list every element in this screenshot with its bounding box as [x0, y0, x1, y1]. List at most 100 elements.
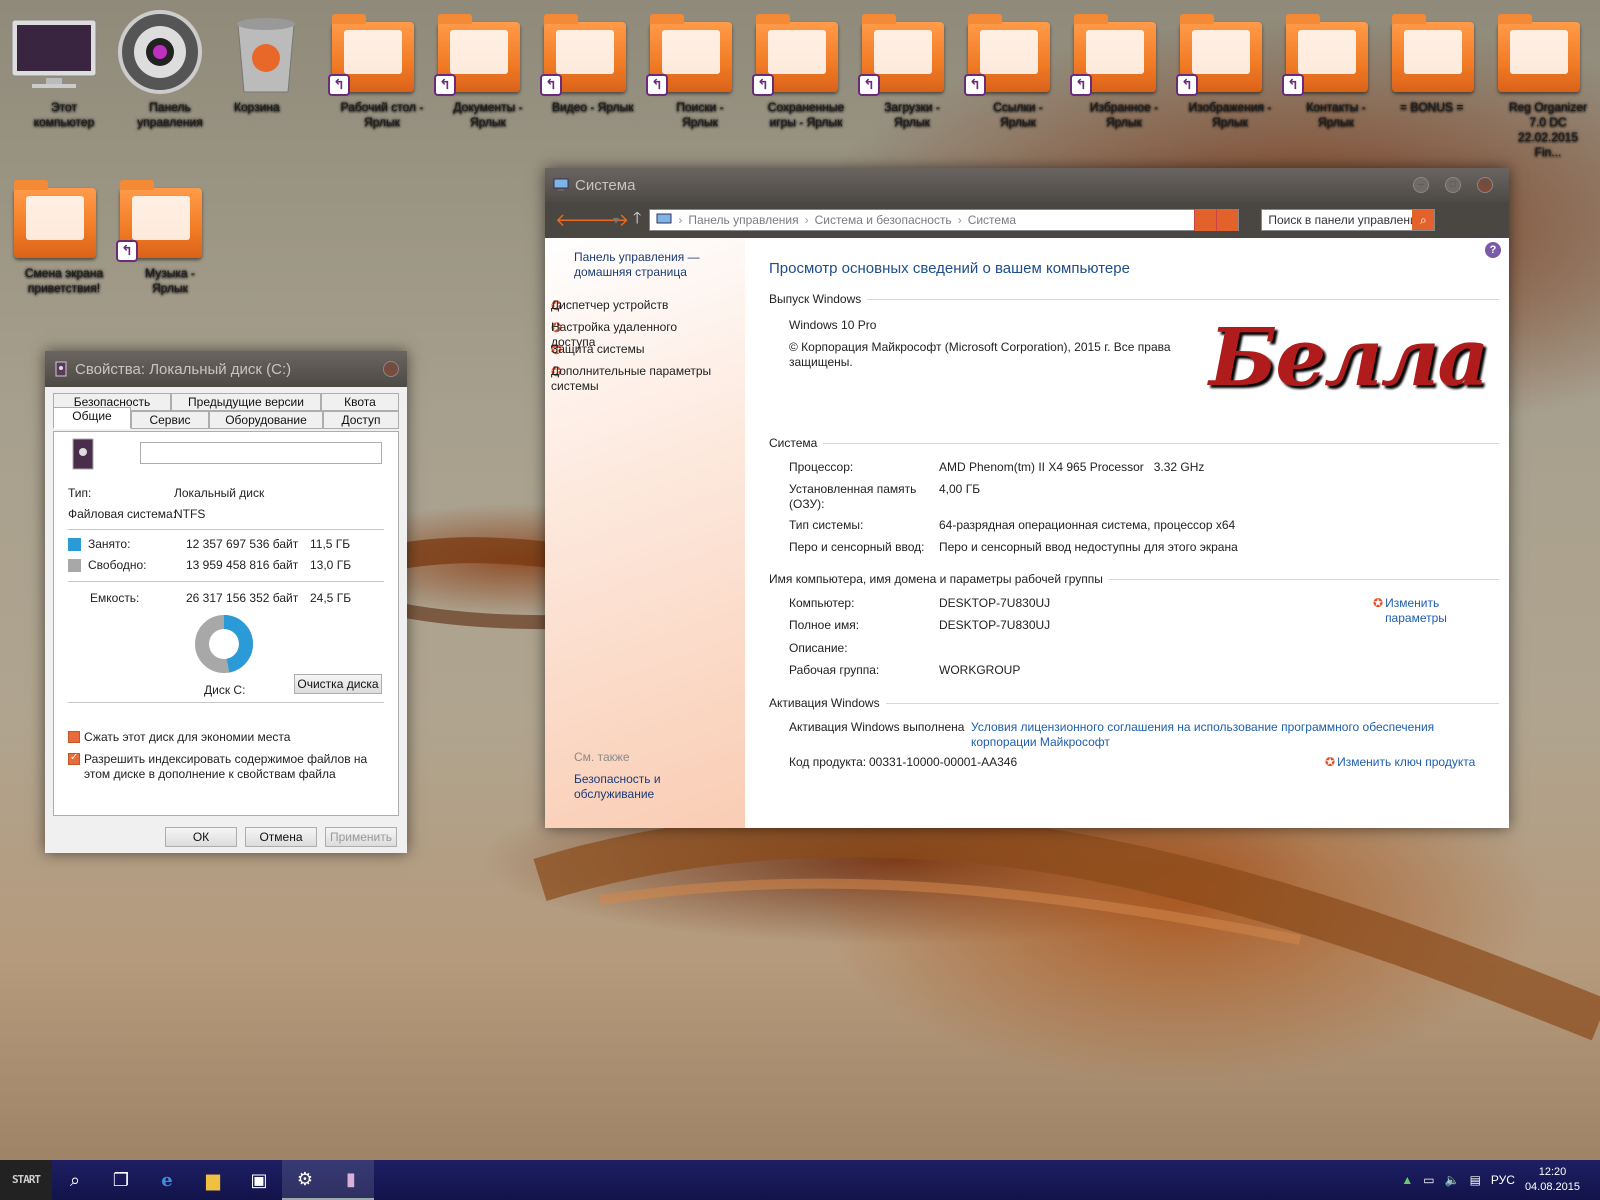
folder-documents-icon: ↰ [432, 6, 524, 98]
desktop-icon[interactable]: ↰ Документы - Ярлык [426, 6, 530, 129]
compress-checkbox[interactable] [68, 731, 80, 743]
help-icon[interactable]: ? [1485, 242, 1501, 258]
desktop-icon[interactable]: ↰ Ссылки - Ярлык [956, 6, 1060, 129]
control-panel-taskbar-icon[interactable]: ⚙ [282, 1160, 328, 1200]
desktop-icon[interactable]: = BONUS = [1380, 6, 1484, 114]
change-settings-link[interactable]: ✪ Изменить параметры [1373, 596, 1473, 626]
notifications-icon[interactable]: ▤ [1470, 1173, 1481, 1187]
desktop-icon-label: Reg Organizer 7.0 DC 22.02.2015 Fin... [1508, 100, 1588, 159]
folder-search-icon: ↰ [644, 6, 736, 98]
desktop-icon[interactable]: ↰ Поиски - Ярлык [638, 6, 742, 129]
folder-games-icon: ↰ [750, 6, 842, 98]
system-titlebar[interactable]: Система – □ ✕ [545, 168, 1509, 202]
network-status-icon[interactable]: ▲ [1401, 1173, 1413, 1187]
address-separator: › [957, 213, 962, 227]
desktop-icon[interactable]: Этот компьютер [2, 6, 106, 129]
start-button[interactable]: START [0, 1160, 52, 1200]
tab-quota[interactable]: Квота [321, 393, 399, 411]
taskbar: START ⌕ ❐ e ▆ ▣ ⚙ ▮ ▲ ▭ 🔈 ▤ РУС 12:20 04… [0, 1160, 1600, 1200]
cancel-button[interactable]: Отмена [245, 827, 317, 847]
network-icon[interactable]: ▭ [1423, 1173, 1434, 1187]
ram-value: 4,00 ГБ [939, 482, 981, 496]
divider [68, 702, 384, 703]
address-dropdown-button[interactable] [1194, 209, 1217, 231]
folder-icon [8, 172, 100, 264]
edge-browser-icon[interactable]: e [144, 1160, 190, 1200]
section-windows-edition: Выпуск Windows [769, 292, 1499, 306]
search-input[interactable]: Поиск в панели управления [1268, 213, 1423, 227]
language-indicator[interactable]: РУС [1491, 1173, 1515, 1187]
disk-cleanup-button[interactable]: Очистка диска [294, 674, 382, 694]
folder-links-icon: ↰ [962, 6, 1054, 98]
section-activation: Активация Windows [769, 696, 1499, 710]
recent-dropdown-icon[interactable]: ▾ [607, 213, 625, 227]
minimize-button[interactable]: – [1413, 177, 1429, 193]
forward-arrow-icon[interactable]: 🡒 [581, 210, 629, 231]
breadcrumb-control-panel[interactable]: Панель управления [688, 213, 798, 227]
breadcrumb-system-security[interactable]: Система и безопасность [815, 213, 952, 227]
back-arrow-icon[interactable]: 🡐 [555, 210, 603, 231]
sidebar-home-link[interactable]: Панель управления — домашняя страница [574, 250, 724, 280]
filesystem-label: Файловая система: [68, 507, 177, 521]
pen-touch-label: Перо и сенсорный ввод: [789, 540, 925, 554]
desktop-icon[interactable]: ↰ Избранное - Ярлык [1062, 6, 1166, 129]
desktop-icon[interactable]: Панель управления [108, 6, 212, 129]
apply-button[interactable]: Применить [325, 827, 397, 847]
clock[interactable]: 12:20 04.08.2015 [1525, 1165, 1580, 1195]
desktop-icon[interactable]: Смена экрана приветствия! [2, 172, 106, 295]
desktop-icon[interactable]: ↰ Загрузки - Ярлык [850, 6, 954, 129]
refresh-button[interactable] [1216, 209, 1239, 231]
desktop-icon[interactable]: Корзина [214, 6, 318, 114]
search-icon[interactable]: ⌕ [1412, 210, 1435, 230]
close-button[interactable]: ✕ [1477, 177, 1493, 193]
store-icon[interactable]: ▣ [236, 1160, 282, 1200]
free-space-swatch [68, 559, 81, 572]
security-maintenance-link[interactable]: Безопасность и обслуживание [574, 772, 704, 802]
tab-previous-versions[interactable]: Предыдущие версии [171, 393, 321, 411]
description-label: Описание: [789, 641, 848, 655]
desktop-icon[interactable]: Reg Organizer 7.0 DC 22.02.2015 Fin... [1486, 6, 1590, 159]
address-bar[interactable]: › Панель управления › Система и безопасн… [649, 209, 1240, 231]
desktop-icon-label: Избранное - Ярлык [1089, 100, 1159, 129]
desktop-icon[interactable]: ↰ Рабочий стол - Ярлык [320, 6, 424, 129]
desktop-icon[interactable]: ↰ Сохраненные игры - Ярлык [744, 6, 848, 129]
license-terms-link[interactable]: Условия лицензионного соглашения на испо… [971, 720, 1461, 750]
free-label: Свободно: [88, 558, 147, 572]
breadcrumb-system[interactable]: Система [968, 213, 1016, 227]
close-button[interactable]: ✕ [383, 361, 399, 377]
change-product-key-link[interactable]: ✪ Изменить ключ продукта [1325, 755, 1475, 770]
tab-hardware[interactable]: Оборудование [209, 411, 323, 429]
ok-button[interactable]: ОК [165, 827, 237, 847]
search-box[interactable]: Поиск в панели управления ⌕ [1261, 209, 1436, 231]
index-checkbox[interactable] [68, 752, 80, 765]
section-system: Система [769, 436, 1499, 450]
disk-titlebar[interactable]: Свойства: Локальный диск (C:) ✕ [45, 351, 407, 387]
desktop-icon-label: Ссылки - Ярлык [993, 100, 1043, 129]
full-name-value: DESKTOP-7U830UJ [939, 618, 1051, 632]
capacity-bytes: 26 317 156 352 байт [186, 591, 299, 605]
up-arrow-icon[interactable]: 🡑 [633, 207, 641, 234]
desktop-icon[interactable]: ↰ Музыка - Ярлык [108, 172, 212, 295]
volume-icon[interactable]: 🔈 [1445, 1173, 1460, 1187]
tab-sharing[interactable]: Доступ [323, 411, 399, 429]
desktop-icon[interactable]: ↰ Изображения - Ярлык [1168, 6, 1272, 129]
desktop-icon[interactable]: ↰ Видео - Ярлык [532, 6, 636, 114]
sidebar-item-device-manager[interactable]: ✪ Диспетчер устройств [551, 298, 745, 313]
tab-general[interactable]: Общие [53, 407, 131, 429]
drive-name-input[interactable] [140, 442, 382, 464]
folder-desktop-icon: ↰ [326, 6, 418, 98]
drive-properties-taskbar-icon[interactable]: ▮ [328, 1160, 374, 1200]
task-view-icon[interactable]: ❐ [98, 1160, 144, 1200]
folder-pictures-icon: ↰ [1174, 6, 1266, 98]
tab-tools[interactable]: Сервис [131, 411, 209, 429]
processor-label: Процессор: [789, 460, 854, 474]
maximize-button[interactable]: □ [1445, 177, 1461, 193]
file-explorer-icon[interactable]: ▆ [190, 1160, 236, 1200]
search-icon[interactable]: ⌕ [52, 1160, 98, 1200]
sidebar-item-system-protection[interactable]: ✪ Защита системы [551, 342, 745, 357]
sidebar-item-advanced-settings[interactable]: ✪ Дополнительные параметры системы [551, 364, 745, 393]
desktop-icon-label: Контакты - Ярлык [1306, 100, 1366, 129]
sidebar-item-remote-access[interactable]: ✪ Настройка удаленного доступа [551, 320, 745, 349]
tab-row-bottom: Общие Сервис Оборудование Доступ [53, 407, 399, 429]
desktop-icon[interactable]: ↰ Контакты - Ярлык [1274, 6, 1378, 129]
